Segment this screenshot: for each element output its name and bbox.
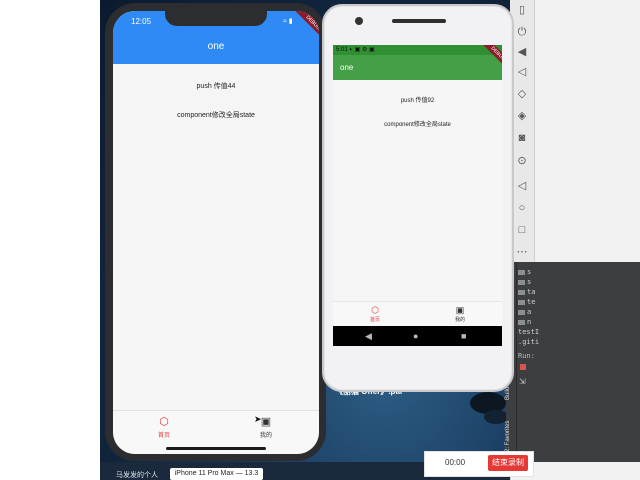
tab-mine[interactable]: ▣ 我的 (241, 416, 291, 439)
android-speaker (392, 19, 446, 23)
tree-item-label: .giti (518, 338, 540, 346)
folder-icon (518, 289, 525, 295)
tree-item[interactable]: n (518, 318, 531, 326)
left-blank-area (0, 0, 100, 480)
iphone-screen: 12:05 ≈ ▮ DEBUG one push 传值44 component修… (113, 11, 319, 454)
recents-square-icon[interactable]: ■ (461, 331, 466, 341)
more-icon[interactable]: ⋯ (516, 246, 528, 258)
tree-item-label: s (527, 278, 532, 286)
ios-component-text[interactable]: component修改全局state (113, 110, 319, 120)
back-triangle-icon[interactable]: ◀ (365, 331, 372, 341)
tree-item[interactable]: testI (518, 328, 539, 336)
tree-item-label: testI (518, 328, 540, 336)
volume-down-icon[interactable]: ◁ (516, 66, 528, 78)
zoom-icon[interactable]: ⊙ (516, 155, 528, 167)
folder-icon (518, 299, 525, 305)
tree-item-label: n (527, 318, 532, 326)
volume-up-icon[interactable]: ◀ (516, 46, 528, 58)
tree-item-label: a (527, 308, 532, 316)
hexagon-icon: ⬡ (371, 305, 379, 315)
device-icon[interactable]: ▯ (516, 4, 528, 16)
ios-page-title: one (207, 41, 225, 52)
stop-run-icon[interactable] (520, 364, 526, 370)
home-icon[interactable]: ○ (516, 202, 528, 214)
tree-item-label: ta (527, 288, 536, 296)
tree-item[interactable]: a (518, 308, 531, 316)
tab-home-label: 首页 (157, 433, 170, 439)
tree-item-label: te (527, 298, 536, 306)
tab-mine[interactable]: ▣ 我的 (435, 305, 485, 323)
android-page-title: one (340, 63, 354, 72)
tree-item-label: s (527, 268, 532, 276)
android-app-bar (333, 55, 502, 80)
power-icon[interactable]: ⏻ (516, 26, 528, 38)
hexagon-icon: ⬡ (159, 416, 169, 428)
id-card-icon: ▣ (455, 305, 465, 315)
folder-icon (518, 319, 525, 325)
ios-status-time: 12:05 (131, 17, 152, 26)
ios-status-icons: ≈ ▮ (283, 18, 293, 25)
tab-home[interactable]: ⬡ 首页 (139, 416, 189, 439)
id-card-icon: ▣ (260, 416, 272, 428)
home-circle-icon[interactable]: ● (413, 331, 418, 341)
folder-icon (518, 309, 525, 315)
android-nav-bar: ◀ ● ■ (333, 326, 502, 346)
iphone-notch (165, 11, 267, 26)
overview-icon[interactable]: □ (516, 224, 528, 236)
android-push-text[interactable]: push 传值92 (333, 95, 502, 104)
pin-icon[interactable]: ⇲ (519, 377, 526, 386)
android-component-text[interactable]: component修改全局state (333, 119, 502, 128)
recording-timer: 00:00 (445, 458, 466, 467)
run-label[interactable]: Run: (518, 352, 535, 360)
android-status-icons: 5:01 ◐ ▣ ⚙ ▣ (336, 47, 375, 53)
android-screen: 5:01 ◐ ▣ ⚙ ▣ DEBUG one push 传值92 compone… (333, 45, 502, 346)
android-camera (355, 17, 363, 25)
back-icon[interactable]: ◁ (516, 180, 528, 192)
tree-item[interactable]: .giti (518, 338, 539, 346)
folder-icon (518, 269, 525, 275)
tree-item[interactable]: te (518, 298, 535, 306)
home-indicator (166, 447, 266, 450)
tree-item[interactable]: s (518, 268, 531, 276)
stop-recording-button[interactable]: 结束录制 (488, 455, 528, 471)
tree-item[interactable]: ta (518, 288, 535, 296)
camera-icon[interactable]: ◙ (516, 132, 528, 144)
tree-item[interactable]: s (518, 278, 531, 286)
rotate-icon[interactable]: ◇ (516, 88, 528, 100)
tab-mine-label: 我的 (454, 317, 465, 323)
tab-home[interactable]: ⬡ 首页 (350, 305, 400, 323)
mouse-cursor-icon: ➤ (254, 414, 262, 424)
folder-icon (518, 279, 525, 285)
tab-home-label: 首页 (369, 317, 380, 323)
taskbar-app-title[interactable]: 马发发的个人 (116, 470, 158, 480)
favorites-tab[interactable]: 2: Favorites (505, 421, 511, 452)
tab-mine-label: 我的 (259, 433, 272, 439)
simulator-label: iPhone 11 Pro Max — 13.3 (170, 468, 263, 480)
rotate-right-icon[interactable]: ◈ (516, 110, 528, 122)
ios-push-text[interactable]: push 传值44 (113, 81, 319, 91)
android-bottom-tab-bar: ⬡ 首页 ▣ 我的 (333, 301, 502, 327)
